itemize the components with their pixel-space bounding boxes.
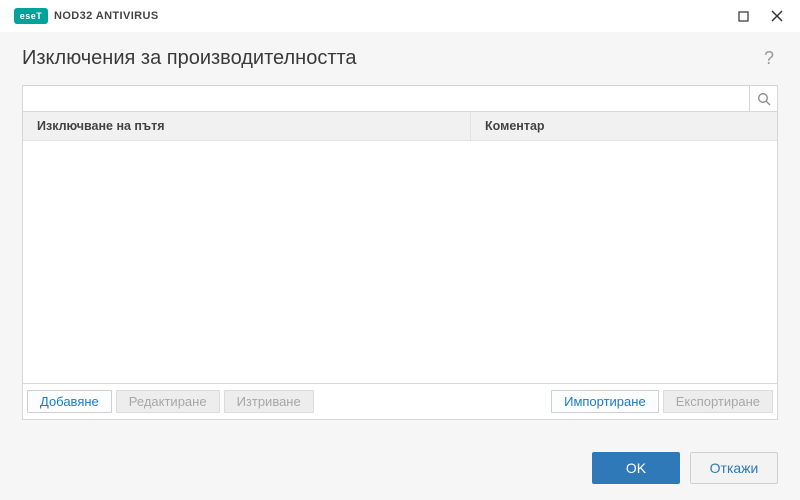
- page-title: Изключения за производителността: [22, 47, 357, 70]
- import-button[interactable]: Импортиране: [551, 390, 659, 413]
- title-bar: eseT NOD32 ANTIVIRUS: [0, 0, 800, 32]
- maximize-icon: [738, 11, 749, 22]
- close-button[interactable]: [760, 2, 794, 30]
- search-input[interactable]: [23, 86, 749, 111]
- column-header-comment[interactable]: Коментар: [471, 112, 777, 140]
- search-row: [22, 85, 778, 112]
- ok-button[interactable]: OK: [592, 452, 680, 484]
- search-icon: [757, 92, 771, 106]
- toolbar: Добавяне Редактиране Изтриване Импортира…: [22, 384, 778, 420]
- table-body[interactable]: [23, 141, 777, 383]
- cancel-button[interactable]: Откажи: [690, 452, 778, 484]
- maximize-button[interactable]: [726, 2, 760, 30]
- close-icon: [771, 10, 783, 22]
- column-header-path[interactable]: Изключване на пътя: [23, 112, 471, 140]
- search-button[interactable]: [749, 86, 777, 111]
- eset-logo: eseT: [14, 8, 48, 24]
- help-icon: ?: [764, 48, 774, 68]
- footer: OK Откажи: [22, 452, 778, 500]
- add-button[interactable]: Добавяне: [27, 390, 112, 413]
- edit-button[interactable]: Редактиране: [116, 390, 220, 413]
- header-row: Изключения за производителността ?: [22, 46, 778, 71]
- help-button[interactable]: ?: [760, 46, 778, 71]
- content-area: Изключения за производителността ? Изклю…: [0, 32, 800, 500]
- table-header: Изключване на пътя Коментар: [23, 112, 777, 141]
- exclusions-table: Изключване на пътя Коментар: [22, 112, 778, 384]
- delete-button[interactable]: Изтриване: [224, 390, 314, 413]
- export-button[interactable]: Експортиране: [663, 390, 773, 413]
- app-name: NOD32 ANTIVIRUS: [54, 10, 159, 22]
